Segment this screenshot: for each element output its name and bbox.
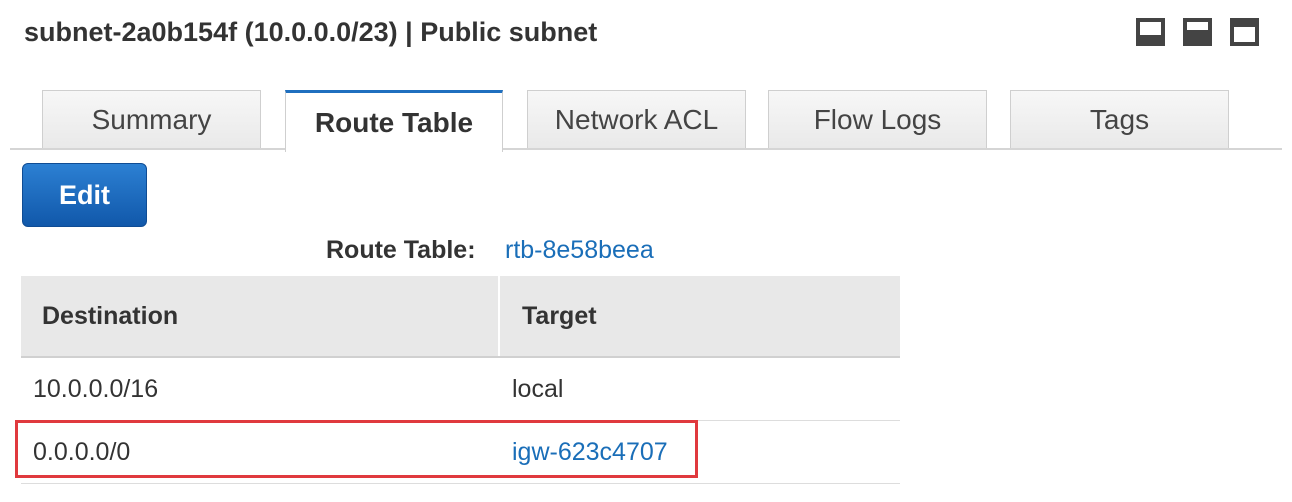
tab-tags[interactable]: Tags: [1010, 90, 1229, 148]
tab-flow-logs[interactable]: Flow Logs: [768, 90, 987, 148]
destination-cell: 0.0.0.0/0: [33, 437, 131, 466]
table-row: 0.0.0.0/0 igw-623c4707: [21, 421, 900, 484]
column-header-destination[interactable]: Destination: [42, 276, 178, 356]
tab-summary[interactable]: Summary: [42, 90, 261, 148]
panel-full-icon[interactable]: [1230, 18, 1259, 46]
column-divider: [498, 276, 500, 356]
internet-gateway-link[interactable]: igw-623c4707: [512, 438, 668, 467]
tabs-divider: [10, 148, 1282, 150]
destination-cell: 10.0.0.0/16: [33, 374, 159, 403]
target-cell: igw-623c4707: [512, 421, 668, 483]
routes-table: Destination Target 10.0.0.0/16 local 0.0…: [21, 276, 900, 484]
target-cell: local: [512, 374, 564, 403]
tab-route-table[interactable]: Route Table: [285, 90, 503, 152]
route-table-label: Route Table:: [326, 236, 476, 264]
tab-network-acl[interactable]: Network ACL: [527, 90, 746, 148]
panel-half-icon[interactable]: [1183, 18, 1212, 46]
edit-button[interactable]: Edit: [22, 163, 147, 227]
panel-bottom-icon[interactable]: [1136, 18, 1165, 46]
route-table-id-link[interactable]: rtb-8e58beea: [505, 236, 654, 265]
column-header-target[interactable]: Target: [522, 276, 597, 356]
table-row: 10.0.0.0/16 local: [21, 358, 900, 421]
table-header: Destination Target: [21, 276, 900, 358]
page-title: subnet-2a0b154f (10.0.0.0/23) | Public s…: [24, 17, 598, 47]
